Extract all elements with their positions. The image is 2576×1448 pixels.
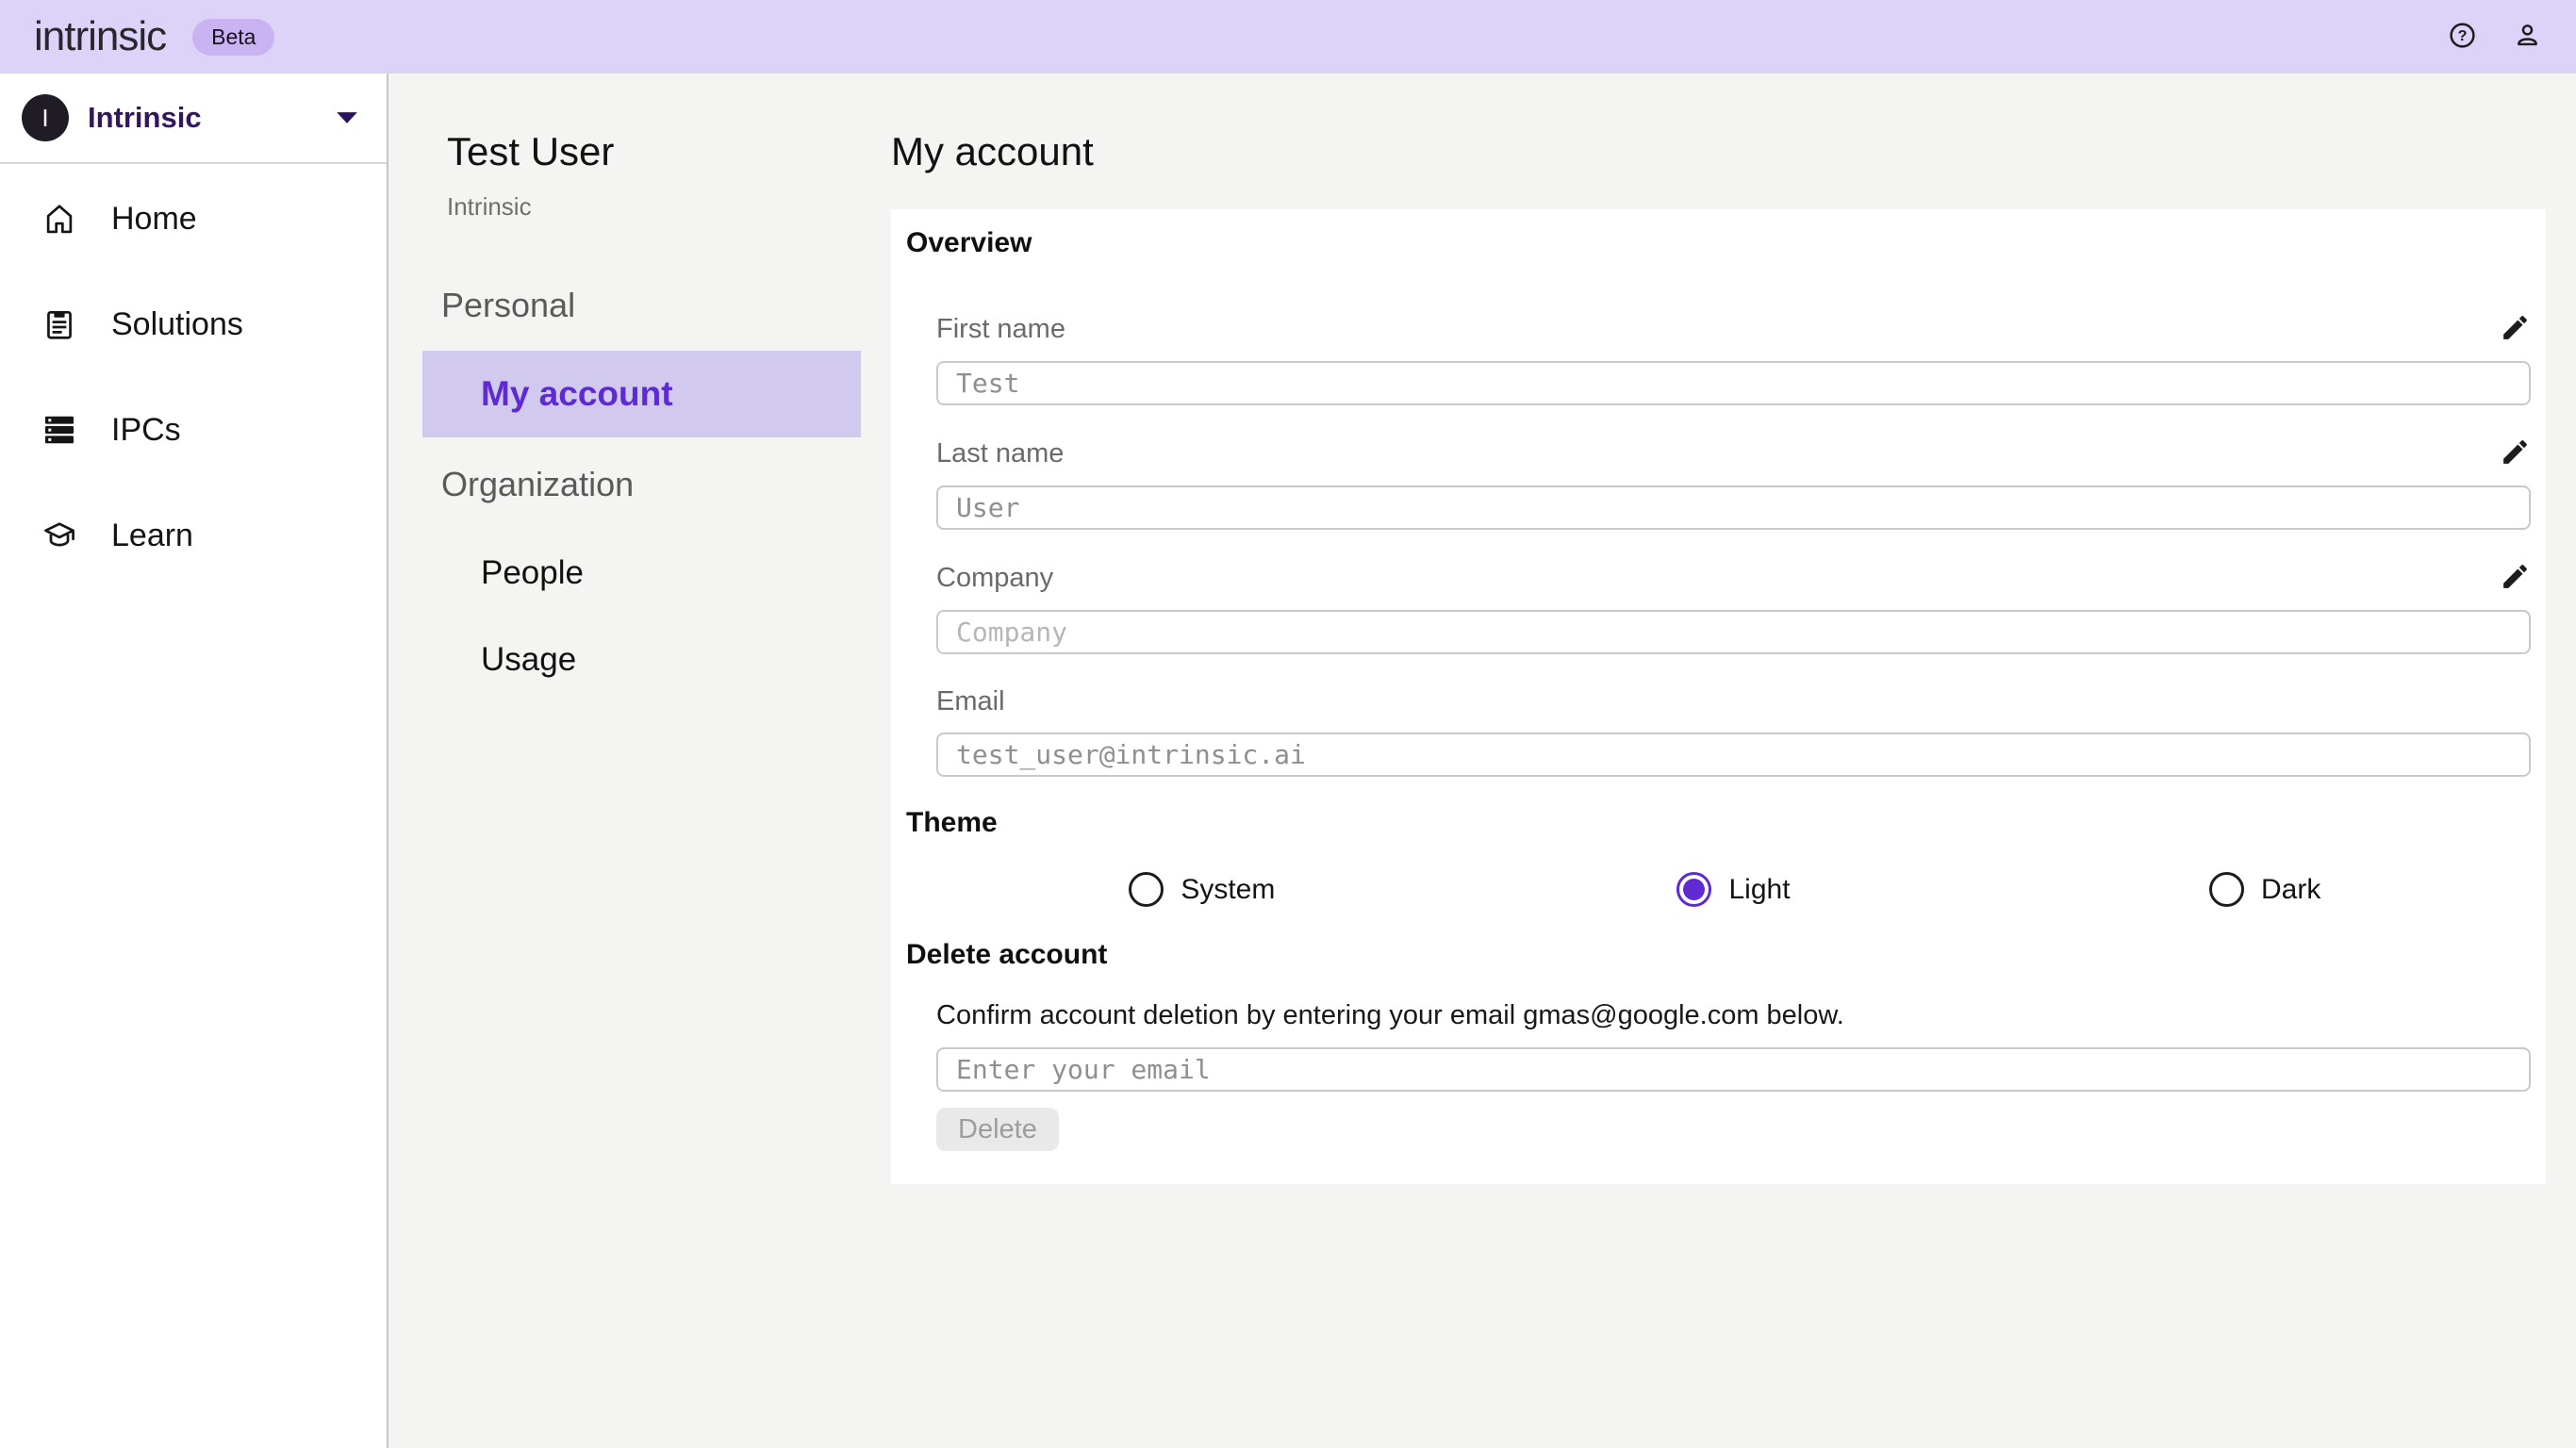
company-input[interactable] [936,610,2531,654]
sidebar-nav-list: Home Solutions [0,164,387,588]
radio-label: Light [1728,874,1790,906]
field-last-name: Last name [936,436,2531,530]
sidebar-item-label: Learn [111,518,193,554]
sidebar-item-label: IPCs [111,412,181,449]
delete-button[interactable]: Delete [936,1108,1059,1151]
subnav-user-block: Test User Intrinsic [422,74,891,219]
user-name: Test User [447,132,891,172]
theme-option-light[interactable]: Light [1468,872,2000,907]
sidebar: I Intrinsic Home [0,74,388,1448]
app-logo: intrinsic [34,13,166,60]
graduation-cap-icon [41,518,77,553]
sidebar-item-ipcs[interactable]: IPCs [0,377,387,483]
home-icon [41,201,77,237]
delete-confirm-email-input[interactable] [936,1047,2531,1092]
page-title: My account [891,132,2546,172]
radio-icon[interactable] [1129,872,1164,907]
sidebar-item-learn[interactable]: Learn [0,483,387,588]
sidebar-item-label: Home [111,201,197,238]
subnav-items-organization: People Usage [422,530,891,703]
sidebar-item-solutions[interactable]: Solutions [0,272,387,377]
person-icon [2513,21,2542,53]
radio-icon[interactable] [2209,872,2244,907]
account-card: Overview First name [891,209,2546,1184]
field-label: Last name [936,440,1064,468]
section-label-personal: Personal [422,288,891,322]
server-list-icon [41,412,77,448]
field-label: First name [936,316,1065,343]
pencil-icon [2500,436,2531,470]
section-label-organization: Organization [422,468,891,502]
help-icon: ? [2448,21,2477,53]
app-body: I Intrinsic Home [0,74,2576,1448]
subnav-item-usage[interactable]: Usage [422,617,861,703]
org-avatar: I [22,94,69,141]
overview-fields: First name Last name [906,312,2531,777]
radio-icon[interactable] [1676,872,1711,907]
pencil-icon [2500,312,2531,346]
user-org: Intrinsic [447,194,891,219]
email-input[interactable] [936,732,2531,777]
main-panel: My account Overview First name [891,74,2576,1448]
delete-account-body: Confirm account deletion by entering you… [906,1002,2531,1151]
radio-label: Dark [2261,874,2320,906]
field-first-name: First name [936,312,2531,405]
clipboard-icon [41,306,77,342]
sidebar-item-home[interactable]: Home [0,166,387,272]
svg-text:?: ? [2458,27,2468,44]
help-button[interactable]: ? [2448,21,2477,53]
subnav-item-people[interactable]: People [422,530,861,617]
subnav-item-my-account[interactable]: My account [422,351,861,437]
pencil-icon [2500,561,2531,595]
last-name-input[interactable] [936,485,2531,530]
field-email: Email [936,685,2531,777]
sidebar-item-label: Solutions [111,306,243,343]
theme-option-system[interactable]: System [936,872,1468,907]
edit-first-name-button[interactable] [2500,312,2531,346]
beta-badge: Beta [192,19,274,56]
theme-option-dark[interactable]: Dark [1999,872,2531,907]
org-selector-name: Intrinsic [88,101,202,135]
first-name-input[interactable] [936,361,2531,405]
subnav-sections: Personal My account Organization People … [422,288,891,703]
theme-options: System Light Dark [906,872,2531,907]
radio-label: System [1181,874,1275,906]
content-area: Test User Intrinsic Personal My account … [388,74,2576,1448]
topbar-icons: ? [2448,21,2542,53]
subnav-items-personal: My account [422,351,891,437]
org-selector[interactable]: I Intrinsic [0,74,387,164]
delete-account-heading: Delete account [906,941,2531,969]
field-company: Company [936,561,2531,654]
theme-heading: Theme [906,809,2531,837]
field-label: Email [936,688,1005,716]
topbar: intrinsic Beta ? [0,0,2576,74]
delete-confirm-text: Confirm account deletion by entering you… [936,1002,2531,1029]
overview-heading: Overview [906,229,2531,257]
field-label: Company [936,565,1053,592]
edit-company-button[interactable] [2500,561,2531,595]
settings-subnav: Test User Intrinsic Personal My account … [388,74,891,1448]
chevron-down-icon [336,111,358,124]
account-menu-button[interactable] [2513,21,2542,53]
edit-last-name-button[interactable] [2500,436,2531,470]
